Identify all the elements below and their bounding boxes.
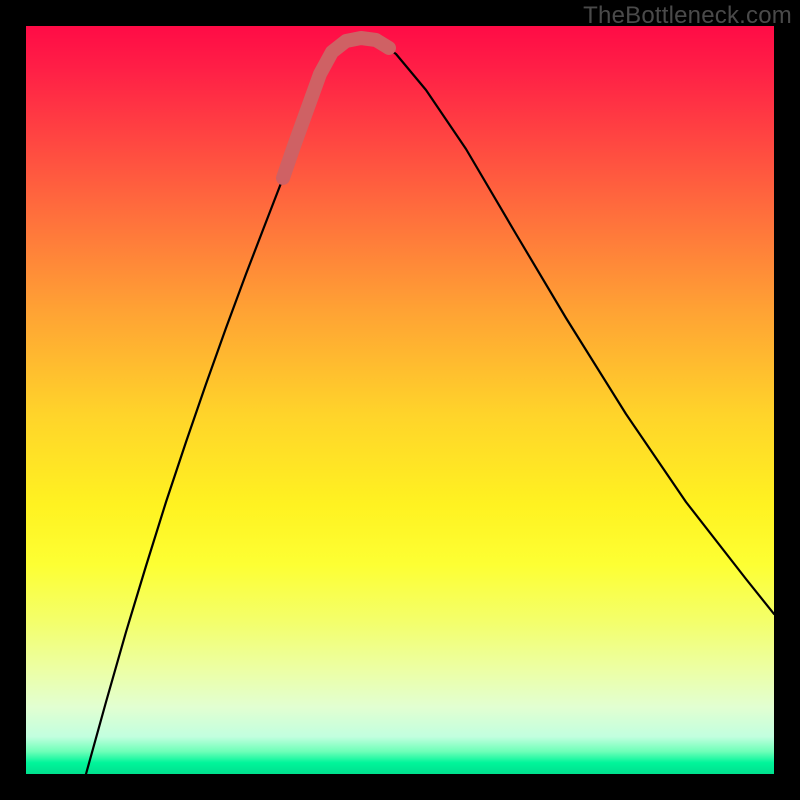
trough-highlight <box>283 38 389 178</box>
bottleneck-curve <box>86 38 774 774</box>
watermark-text: TheBottleneck.com <box>583 2 792 30</box>
chart-svg <box>26 26 774 774</box>
plot-area <box>26 26 774 774</box>
